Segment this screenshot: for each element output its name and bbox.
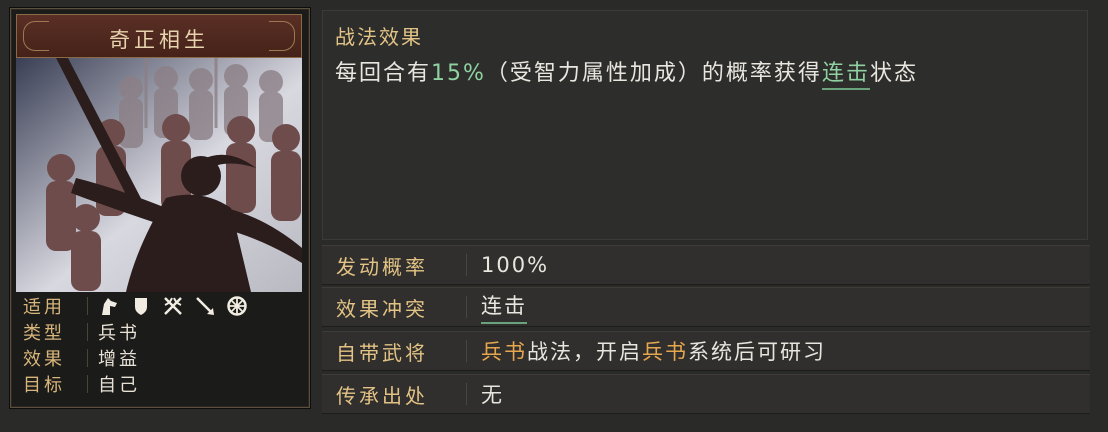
meta-target-row: 目标 自己 xyxy=(19,371,303,397)
meta-type-row: 类型 兵书 xyxy=(19,319,303,345)
meta-effect-row: 效果 增益 xyxy=(19,345,303,371)
effect-conflict-link[interactable]: 连击 xyxy=(481,290,527,324)
card-meta: 适用 类型 兵书 效果 增益 目标 自己 xyxy=(19,293,303,397)
row-divider xyxy=(466,254,467,276)
meta-divider xyxy=(87,297,88,315)
inherit-source-row: 传承出处 无 xyxy=(322,374,1090,414)
own-general-label: 自带武将 xyxy=(336,340,428,365)
meta-type-value: 兵书 xyxy=(98,323,140,344)
effect-conflict-label: 效果冲突 xyxy=(336,296,428,321)
crossed-bows-icon xyxy=(162,295,184,317)
effect-rate: 15% xyxy=(431,61,486,86)
own-general-value: 兵书战法，开启兵书系统后可研习 xyxy=(481,336,826,366)
meta-apply-label: 适用 xyxy=(23,297,65,318)
effect-desc-part1: 每回合有 xyxy=(335,61,432,86)
own-general-text: 战法，开启 xyxy=(527,340,642,364)
own-general-text-end: 系统后可研习 xyxy=(688,340,826,364)
meta-target-label: 目标 xyxy=(23,375,65,396)
effect-heading: 战法效果 xyxy=(335,25,423,49)
wheel-icon xyxy=(226,295,248,317)
row-divider xyxy=(466,383,467,405)
trigger-rate-row: 发动概率 100% xyxy=(322,245,1090,285)
war-book-highlight: 兵书 xyxy=(481,340,527,364)
trigger-rate-label: 发动概率 xyxy=(336,254,428,279)
meta-effect-label: 效果 xyxy=(23,349,65,370)
meta-apply-row: 适用 xyxy=(19,293,303,319)
tactic-card: 奇正相生 适用 类型 兵书 效果 增益 目标 自己 xyxy=(10,8,310,408)
row-divider xyxy=(466,340,467,362)
meta-type-label: 类型 xyxy=(23,323,65,344)
tactic-artwork xyxy=(16,58,302,292)
meta-divider xyxy=(87,375,88,393)
meta-effect-value: 增益 xyxy=(98,349,140,370)
trigger-rate-value: 100% xyxy=(481,253,550,277)
meta-divider xyxy=(87,323,88,341)
warrior-silhouette-illustration xyxy=(16,58,302,292)
inherit-source-label: 传承出处 xyxy=(336,383,428,408)
effect-desc-part2: （受智力属性加成）的概率获得 xyxy=(485,61,822,86)
card-title-banner: 奇正相生 xyxy=(16,14,302,58)
effect-desc-part3: 状态 xyxy=(869,61,918,86)
horse-icon xyxy=(98,295,120,317)
own-general-row: 自带武将 兵书战法，开启兵书系统后可研习 xyxy=(322,331,1090,371)
tactic-name: 奇正相生 xyxy=(109,28,209,52)
meta-target-value: 自己 xyxy=(98,375,140,396)
tactic-effect-panel: 战法效果 每回合有15%（受智力属性加成）的概率获得连击状态 xyxy=(322,10,1088,240)
shield-icon xyxy=(130,295,152,317)
row-divider xyxy=(466,296,467,318)
war-book-system-highlight: 兵书 xyxy=(642,340,688,364)
meta-divider xyxy=(87,349,88,367)
combo-status-link[interactable]: 连击 xyxy=(821,61,870,90)
inherit-source-value: 无 xyxy=(481,383,504,407)
spear-icon xyxy=(194,295,216,317)
effect-description: 每回合有15%（受智力属性加成）的概率获得连击状态 xyxy=(335,55,918,90)
effect-conflict-row: 效果冲突 连击 xyxy=(322,287,1090,327)
apply-icons xyxy=(98,295,248,317)
